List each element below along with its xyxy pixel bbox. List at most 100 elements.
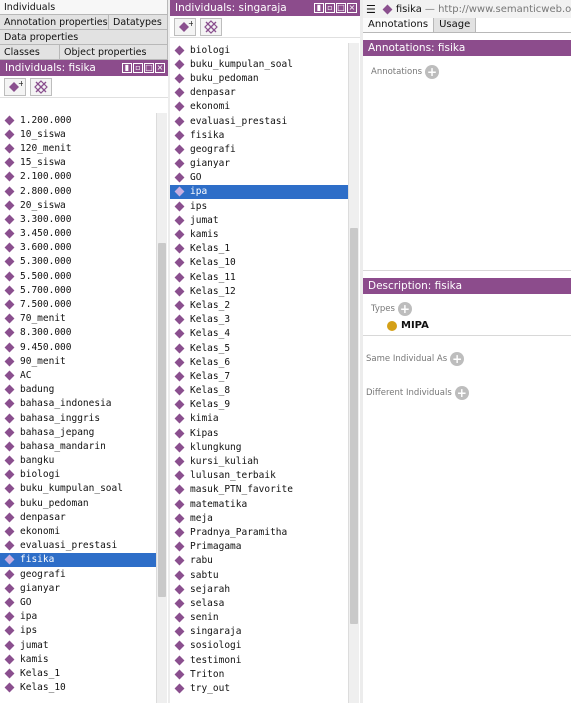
individual-list-item[interactable]: denpasar [170,86,348,100]
individual-list-item[interactable]: lulusan_terbaik [170,469,348,483]
individual-list-item[interactable]: 5.700.000 [0,283,156,297]
individual-list-item[interactable]: Kelas_10 [0,681,156,695]
individual-list-item[interactable]: biologi [170,43,348,57]
individual-list-item[interactable]: bangku [0,454,156,468]
view-options-icon[interactable]: ▮ [122,63,132,73]
individual-list-item[interactable]: bahasa_mandarin [0,439,156,453]
individual-list-item[interactable]: meja [170,511,348,525]
individual-list-item[interactable]: 15_siswa [0,156,156,170]
individual-list-item[interactable]: 3.300.000 [0,212,156,226]
individual-list-item[interactable]: Primagama [170,540,348,554]
tab-object-properties[interactable]: Object properties [60,45,168,59]
individual-list-item[interactable]: Kelas_12 [170,284,348,298]
individual-list-item[interactable]: 2.100.000 [0,170,156,184]
individual-list-item[interactable]: 70_menit [0,312,156,326]
individual-list-item[interactable]: 3.450.000 [0,227,156,241]
individual-list-item[interactable]: buku_kumpulan_soal [0,482,156,496]
individual-list-item[interactable]: Kelas_3 [170,313,348,327]
individual-list-item[interactable]: Kipas [170,426,348,440]
individual-list-item[interactable]: 10_siswa [0,127,156,141]
individual-list-item[interactable]: Kelas_4 [170,327,348,341]
scrollbar-thumb[interactable] [158,243,166,597]
tab-datatypes[interactable]: Datatypes [109,15,168,29]
tab-data-properties[interactable]: Data properties [0,30,168,44]
individual-list-item[interactable]: Kelas_10 [170,256,348,270]
individual-list-item[interactable]: Kelas_11 [170,270,348,284]
scrollbar-thumb[interactable] [350,228,358,624]
individual-list-item[interactable]: sejarah [170,582,348,596]
tab-annotations[interactable]: Annotations [363,18,435,32]
individual-list-item[interactable]: matematika [170,497,348,511]
add-annotation-plus-icon[interactable]: + [425,65,440,79]
individual-list-item[interactable]: 20_siswa [0,198,156,212]
individual-list-item[interactable]: Kelas_1 [0,666,156,680]
individual-list-item[interactable]: senin [170,611,348,625]
close-view-icon[interactable]: × [347,3,357,13]
individual-list-item[interactable]: 3.600.000 [0,241,156,255]
individual-list-item[interactable]: sabtu [170,568,348,582]
tab-usage[interactable]: Usage [434,18,477,32]
individual-list-item[interactable]: 9.450.000 [0,340,156,354]
pin-icon[interactable]: ▫ [325,3,335,13]
individual-list-item[interactable]: evaluasi_prestasi [0,539,156,553]
close-view-icon[interactable]: × [155,63,165,73]
individual-list-item[interactable]: Pradnya_Paramitha [170,525,348,539]
maximize-icon[interactable]: □ [144,63,154,73]
individual-list-item[interactable]: 2.800.000 [0,184,156,198]
tab-annotation-properties[interactable]: Annotation properties [0,15,109,29]
individual-list-item[interactable]: 5.300.000 [0,255,156,269]
individual-list-item[interactable]: Kelas_1 [170,242,348,256]
individual-list-item[interactable]: denpasar [0,510,156,524]
individual-list-item[interactable]: ips [0,624,156,638]
individual-list-item[interactable]: klungkung [170,440,348,454]
individual-list-item[interactable]: 90_menit [0,354,156,368]
add-type-plus-icon[interactable]: + [397,302,412,316]
add-individual-button[interactable]: + [4,78,26,96]
individual-list-item[interactable]: masuk_PTN_favorite [170,483,348,497]
individual-list-item[interactable]: Kelas_7 [170,369,348,383]
individuals-scrollbar[interactable] [156,113,167,703]
singaraja-scrollbar[interactable] [348,43,359,703]
individual-list-item[interactable]: buku_pedoman [0,496,156,510]
add-different-individual-plus-icon[interactable]: + [454,386,469,400]
individual-list-item[interactable]: Kelas_5 [170,341,348,355]
individual-list-item[interactable]: jumat [170,213,348,227]
maximize-icon[interactable]: □ [336,3,346,13]
individual-list-item[interactable]: try_out [170,681,348,695]
individual-list-item[interactable]: biologi [0,468,156,482]
individual-list-item[interactable]: geografi [0,567,156,581]
individual-list-item[interactable]: sosiologi [170,639,348,653]
hamburger-icon[interactable]: ☰ [366,3,376,16]
individual-list-item[interactable]: ips [170,199,348,213]
individual-list-item[interactable]: bahasa_inggris [0,411,156,425]
individual-list-item[interactable]: bahasa_indonesia [0,397,156,411]
individual-list-item[interactable]: AC [0,368,156,382]
add-same-individual-plus-icon[interactable]: + [450,352,465,366]
add-individual-button[interactable]: + [174,18,196,36]
delete-individual-button[interactable] [200,18,222,36]
individual-list-item[interactable]: kimia [170,412,348,426]
individual-list-item[interactable]: 5.500.000 [0,269,156,283]
individual-list-item[interactable]: 7.500.000 [0,297,156,311]
delete-individual-button[interactable] [30,78,52,96]
individual-list-item[interactable]: 120_menit [0,141,156,155]
individual-list-item[interactable]: buku_pedoman [170,71,348,85]
individual-list-item[interactable]: buku_kumpulan_soal [170,57,348,71]
individual-list-item[interactable]: Kelas_9 [170,398,348,412]
tab-classes[interactable]: Classes [0,45,60,59]
pin-icon[interactable]: ▫ [133,63,143,73]
individual-list-item[interactable]: ipa [0,610,156,624]
individual-list-item[interactable]: kursi_kuliah [170,454,348,468]
individual-list-item[interactable]: jumat [0,638,156,652]
type-entry[interactable]: MIPA [387,320,429,331]
individual-list-item[interactable]: Kelas_2 [170,298,348,312]
individual-list-item[interactable]: geografi [170,142,348,156]
individual-list-item[interactable]: testimoni [170,653,348,667]
individual-list-item[interactable]: ipa [170,184,348,200]
individual-list-item[interactable]: kamis [170,227,348,241]
individual-list-item[interactable]: selasa [170,596,348,610]
individual-list-item[interactable]: rabu [170,554,348,568]
individual-list-item[interactable]: ekonomi [0,524,156,538]
individual-list-item[interactable]: GO [170,171,348,185]
individual-list-item[interactable]: 1.200.000 [0,113,156,127]
